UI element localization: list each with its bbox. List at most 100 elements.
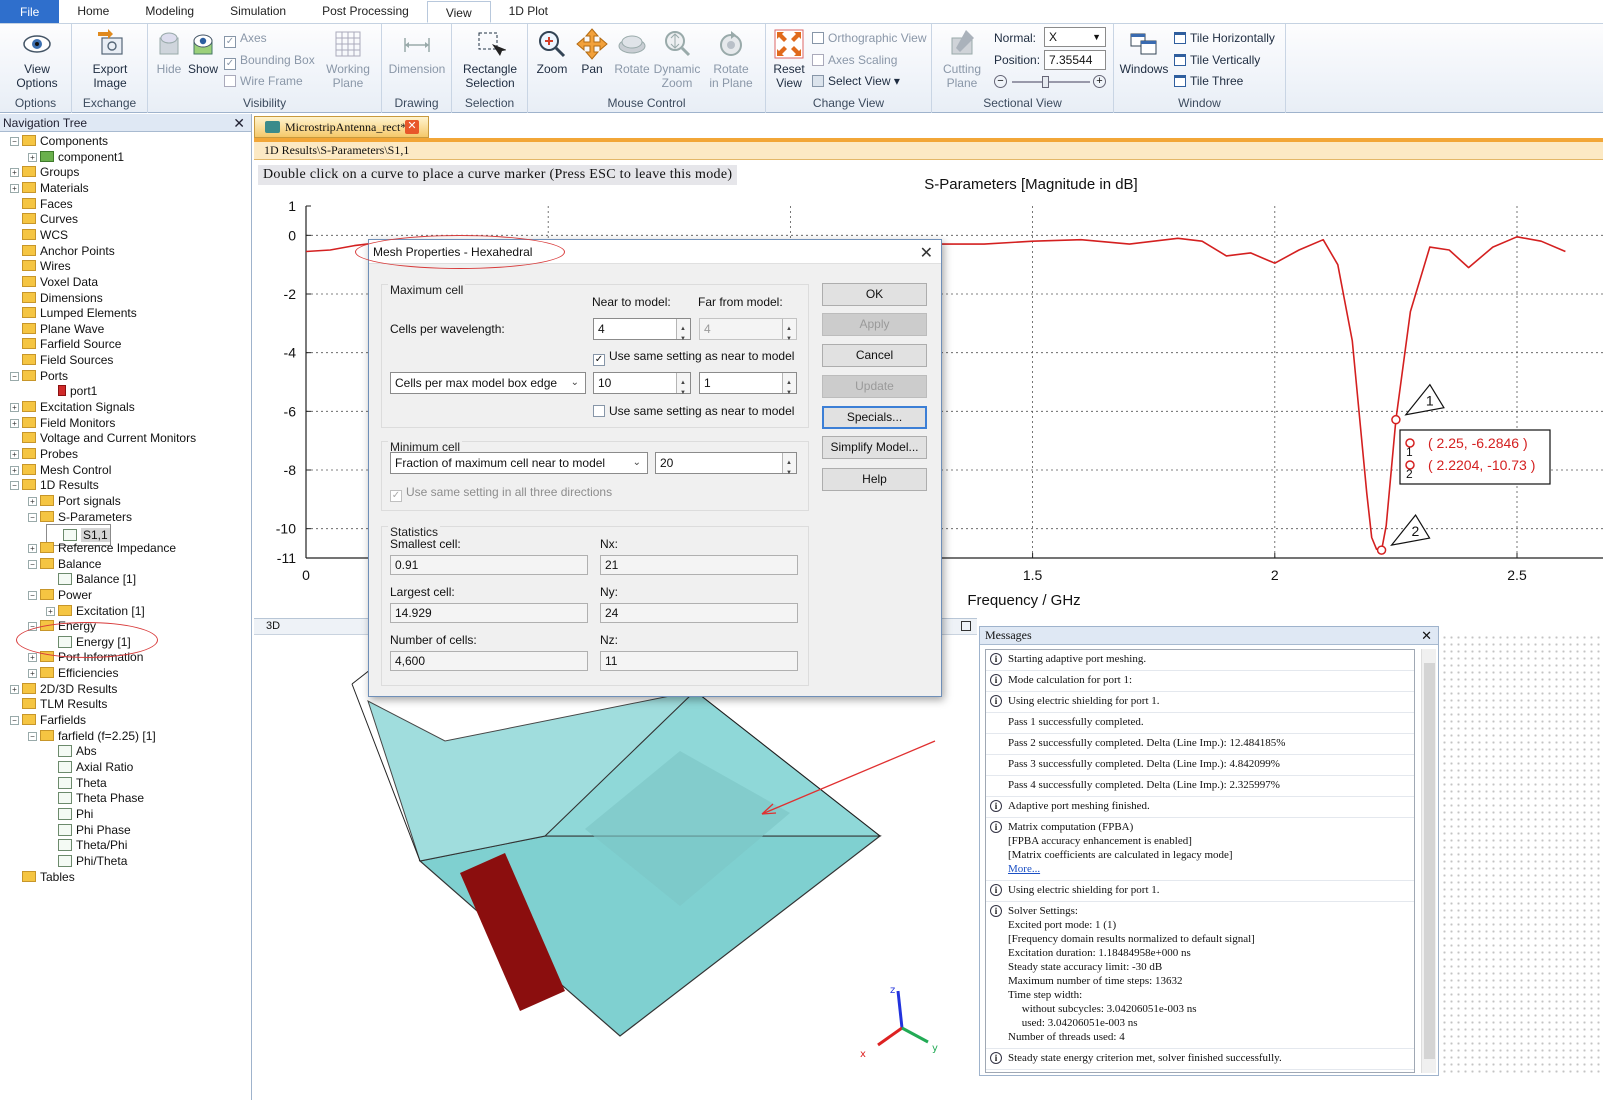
tab-simulation[interactable]: Simulation (212, 0, 304, 23)
close-icon[interactable]: ✕ (920, 242, 933, 266)
simplify-model-button[interactable]: Simplify Model... (822, 436, 927, 459)
bounding-box-checkbox[interactable]: ✓ Bounding Box (224, 53, 315, 70)
tree-item-theta-phi[interactable]: Theta/Phi (46, 837, 127, 853)
expand-icon[interactable]: + (10, 403, 19, 413)
slider-thumb[interactable] (1042, 76, 1049, 88)
position-input[interactable]: 7.35544 (1044, 50, 1106, 70)
tree-item-materials[interactable]: + Materials (10, 180, 89, 196)
hide-button[interactable]: Hide (152, 28, 186, 76)
document-tab[interactable]: MicrostripAntenna_rect* ✕ (254, 116, 429, 138)
curve-marker-2[interactable] (1376, 545, 1387, 555)
minimum-cell-select[interactable]: Fraction of maximum cell near to model ⌄ (390, 452, 648, 474)
specials-button[interactable]: Specials... (822, 406, 927, 429)
tree-item-tlm-results[interactable]: TLM Results (10, 696, 107, 712)
collapse-icon[interactable]: − (10, 481, 19, 491)
expand-icon[interactable]: + (28, 496, 37, 506)
tree-item-tables[interactable]: Tables (10, 869, 75, 885)
more-link[interactable]: More... (1008, 863, 1040, 875)
same-setting-checkbox-2[interactable]: Use same setting as near to model (593, 404, 794, 418)
tree-item-phi-theta[interactable]: Phi/Theta (46, 853, 127, 869)
tab-modeling[interactable]: Modeling (127, 0, 212, 23)
tab-view[interactable]: View (426, 1, 491, 23)
tab-1d-plot[interactable]: 1D Plot (491, 0, 566, 23)
cancel-button[interactable]: Cancel (822, 344, 927, 367)
cutting-plane-button[interactable]: Cutting Plane (936, 28, 988, 90)
tree-item-anchor-points[interactable]: Anchor Points (10, 243, 115, 259)
wire-frame-button[interactable]: Wire Frame (224, 74, 303, 88)
dimension-button[interactable]: Dimension (386, 28, 448, 76)
tree-item-reference-impedance[interactable]: + Reference Impedance (28, 540, 176, 556)
dynamic-zoom-button[interactable]: Dynamic Zoom (652, 28, 702, 90)
tree-item-theta[interactable]: Theta (46, 775, 107, 791)
tree-item-probes[interactable]: + Probes (10, 446, 78, 462)
tree-item-axial-ratio[interactable]: Axial Ratio (46, 759, 133, 775)
tree-item-wcs[interactable]: WCS (10, 227, 68, 243)
tree-item-port1[interactable]: port1 (46, 383, 97, 399)
axes-checkbox[interactable]: ✓ Axes (224, 31, 267, 48)
tree-item-abs[interactable]: Abs (46, 743, 97, 759)
scrollbar-thumb[interactable] (1424, 663, 1435, 1059)
maximize-icon[interactable] (961, 621, 971, 631)
close-icon[interactable]: ✕ (1421, 627, 1432, 644)
tree-item-lumped-elements[interactable]: Lumped Elements (10, 305, 137, 321)
tree-item-component1[interactable]: + component1 (28, 149, 124, 165)
edge-near-input[interactable]: 10 (593, 372, 691, 403)
minimum-cell-input[interactable]: 20 (655, 452, 797, 483)
tree-item-excitation-signals[interactable]: + Excitation Signals (10, 399, 135, 415)
expand-icon[interactable]: + (28, 152, 37, 162)
tree-item-field-sources[interactable]: Field Sources (10, 352, 113, 368)
tree-item-farfield-source[interactable]: Farfield Source (10, 336, 121, 352)
export-image-button[interactable]: Export Image (80, 28, 140, 90)
reset-view-button[interactable]: Reset View (770, 28, 808, 90)
tile-vertically-button[interactable]: Tile Vertically (1174, 53, 1260, 67)
tree-item-field-monitors[interactable]: + Field Monitors (10, 415, 115, 431)
curve-marker-1[interactable] (1391, 414, 1401, 425)
view-options-button[interactable]: View Options (8, 28, 66, 90)
position-slider[interactable]: − + (994, 74, 1106, 90)
normal-select[interactable]: X ▼ (1044, 27, 1106, 47)
tree-item-faces[interactable]: Faces (10, 196, 73, 212)
zoom-button[interactable]: Zoom (532, 28, 572, 76)
tree-item-power[interactable]: − Power (28, 587, 92, 603)
edge-far-input[interactable]: 1 (699, 372, 797, 403)
expand-icon[interactable]: + (10, 183, 19, 193)
tree-item-ports[interactable]: − Ports (10, 368, 68, 384)
tree-item-balance-1[interactable]: Balance [1] (46, 571, 136, 587)
tree-item-s-parameters[interactable]: − S-Parameters (28, 509, 132, 525)
tree-item-plane-wave[interactable]: Plane Wave (10, 321, 104, 337)
tree-item-curves[interactable]: Curves (10, 211, 78, 227)
tree-item-voxel-data[interactable]: Voxel Data (10, 274, 98, 290)
tree-item-phi-phase[interactable]: Phi Phase (46, 822, 131, 838)
tree-item-phi[interactable]: Phi (46, 806, 93, 822)
collapse-icon[interactable]: − (10, 371, 19, 381)
spinner-icon[interactable] (676, 373, 690, 403)
collapse-icon[interactable]: − (10, 137, 19, 146)
expand-icon[interactable]: + (28, 543, 37, 553)
cells-per-wavelength-far-input[interactable]: 4 (699, 318, 797, 349)
update-button[interactable]: Update (822, 375, 927, 398)
tree-item-farfield-f-2-25-1[interactable]: − farfield (f=2.25) [1] (28, 728, 156, 744)
rectangle-selection-button[interactable]: Rectangle Selection (456, 28, 524, 90)
apply-button[interactable]: Apply (822, 313, 927, 336)
close-icon[interactable]: ✕ (233, 114, 245, 132)
rotate-button[interactable]: Rotate (612, 28, 652, 76)
expand-icon[interactable]: + (10, 465, 19, 475)
tab-file[interactable]: File (0, 0, 60, 23)
tree-item-2d-3d-results[interactable]: +2D/3D Results (10, 681, 117, 697)
tree-item-balance[interactable]: − Balance (28, 556, 101, 572)
collapse-icon[interactable]: − (10, 716, 19, 726)
tile-three-button[interactable]: Tile Three (1174, 74, 1243, 88)
expand-icon[interactable]: + (10, 450, 19, 459)
collapse-icon[interactable]: − (28, 590, 37, 600)
tree-item-excitation-1[interactable]: + Excitation [1] (46, 603, 145, 619)
tree-item-farfields[interactable]: − Farfields (10, 712, 86, 728)
pan-button[interactable]: Pan (574, 28, 610, 76)
orthographic-view-checkbox[interactable]: Orthographic View (812, 31, 927, 45)
tree-item-1d-results[interactable]: − 1D Results (10, 477, 99, 493)
spinner-icon[interactable] (782, 373, 796, 403)
collapse-icon[interactable]: − (28, 559, 37, 569)
ok-button[interactable]: OK (822, 283, 927, 306)
cells-per-wavelength-near-input[interactable]: 4 (593, 318, 691, 349)
3d-model-viewport[interactable]: z x y (254, 610, 977, 1075)
cells-per-edge-select[interactable]: Cells per max model box edge ⌄ (390, 372, 586, 394)
